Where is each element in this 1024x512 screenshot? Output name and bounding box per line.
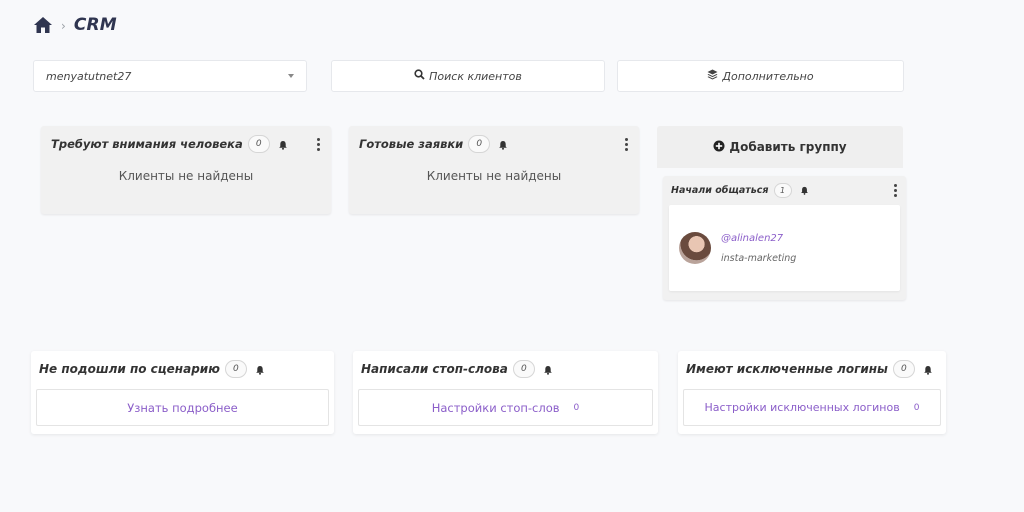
chevron-down-icon [288,74,294,78]
client-card[interactable]: @alinalen27 insta-marketing [669,205,900,291]
search-icon [414,69,425,83]
account-select[interactable]: menyatutnet27 [33,60,307,92]
add-group-label: Добавить группу [729,140,847,154]
empty-state: Клиенты не найдены [426,169,562,183]
special-group-header: Написали стоп-слова 0 [353,351,658,387]
learn-more-link[interactable]: Узнать подробнее [36,389,329,426]
kebab-icon[interactable] [625,137,629,151]
excluded-logins-settings-link[interactable]: Настройки исключенных логинов 0 [683,389,941,426]
kebab-icon[interactable] [894,184,898,197]
avatar [679,232,711,264]
excluded-logins-settings-label: Настройки исключенных логинов [704,401,900,414]
group-header: Требуют внимания человека 0 [41,126,331,162]
special-group-card: Имеют исключенные логины 0 Настройки иск… [678,351,946,434]
layers-icon [707,69,718,83]
group-title: Требуют внимания человека [51,137,243,151]
bell-icon[interactable] [800,186,810,196]
learn-more-label: Узнать подробнее [127,400,238,415]
stop-words-settings-label: Настройки стоп-слов [431,400,560,415]
special-group-title: Имеют исключенные логины [686,362,888,376]
more-options-button[interactable]: Дополнительно [617,60,904,92]
stop-words-settings-link[interactable]: Настройки стоп-слов 0 [358,389,653,426]
stop-words-count: 0 [573,402,580,413]
kebab-icon[interactable] [317,137,321,151]
plus-circle-icon [713,140,725,155]
special-group-card: Написали стоп-слова 0 Настройки стоп-сло… [353,351,658,434]
group-header: Готовые заявки 0 [349,126,639,162]
bell-icon[interactable] [498,139,508,150]
special-group-count-badge: 0 [512,360,535,378]
group-title: Готовые заявки [359,137,464,151]
group-count-badge: 0 [247,135,270,153]
special-group-header: Имеют исключенные логины 0 [678,351,946,387]
chevron-right-icon: › [61,19,66,33]
excluded-logins-count: 0 [913,402,920,413]
special-group-title: Написали стоп-слова [361,362,508,376]
home-icon[interactable] [33,16,53,34]
bell-icon[interactable] [543,364,553,375]
group-count-badge: 1 [773,183,792,198]
group-title: Начали общаться [671,185,769,196]
breadcrumb: › CRM [33,14,117,36]
group-column: Готовые заявки 0 Клиенты не найдены [349,126,639,214]
search-clients-label: Поиск клиентов [429,69,522,83]
more-options-label: Дополнительно [722,69,814,83]
special-group-header: Не подошли по сценарию 0 [31,351,334,387]
bell-icon[interactable] [255,364,265,375]
special-group-count-badge: 0 [224,360,247,378]
client-tag: insta-marketing [721,253,797,264]
special-group-card: Не подошли по сценарию 0 Узнать подробне… [31,351,334,434]
page-title: CRM [73,15,117,35]
add-group-button[interactable]: Добавить группу [657,126,903,168]
group-column: Требуют внимания человека 0 Клиенты не н… [41,126,331,214]
group-column: Начали общаться 1 @alinalen27 insta-mark… [663,176,906,300]
special-group-title: Не подошли по сценарию [39,362,220,376]
group-count-badge: 0 [468,135,491,153]
bell-icon[interactable] [278,139,288,150]
empty-state: Клиенты не найдены [118,169,254,183]
group-header: Начали общаться 1 [663,176,906,205]
bell-icon[interactable] [923,364,933,375]
search-clients-button[interactable]: Поиск клиентов [331,60,605,92]
client-handle[interactable]: @alinalen27 [721,233,783,244]
account-select-value: menyatutnet27 [46,69,132,83]
special-group-count-badge: 0 [892,360,915,378]
